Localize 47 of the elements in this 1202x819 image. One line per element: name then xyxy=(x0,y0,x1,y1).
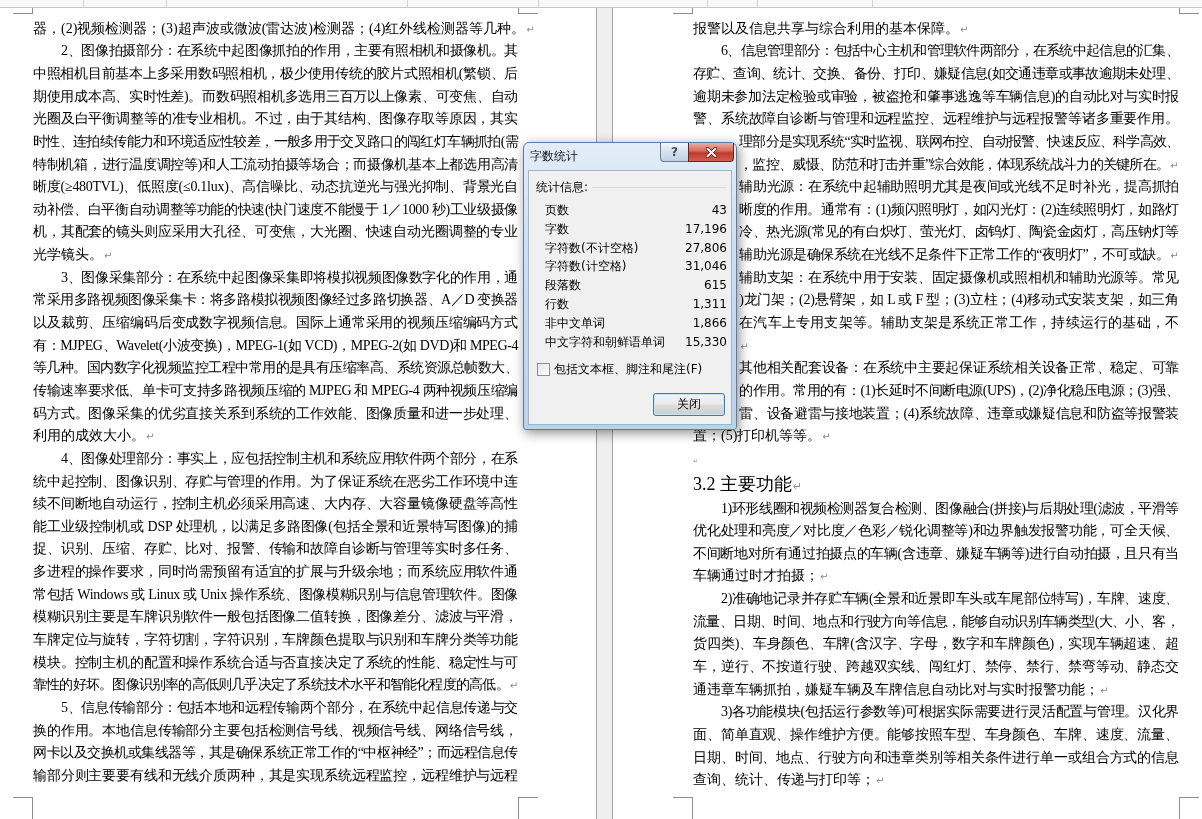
body-paragraph: 2、图像拍摄部分：在系统中起图像抓拍的作用，主要有照相机和摄像机。其 中照相机目前基本上多采用数码照相机，极少使用传统的胶片式照相机(繁锁、后 期使用成本高、实时性差)。而数码照相机多选用三百万以上像素、可变焦、自动 光圈及白平衡调整等的准专业相机。不过，由于其结构、图像存取等原因，其实 时性、连拍续传能力和环境适应性较差，一般多用于交叉路口的闯红灯车辆抓拍(需 特制机箱，进行温度调控等)和人工流动拍摄等场合；而摄像机基本上都选用高清 晰度(≥480TVL)、低照度(≤0.1lux)、高信噪比、动态抗逆光与强光抑制、背景光自 动补偿、白平衡自动调整等功能的快速(快门速度不能慢于 1／1000 秒)工业级摄像 机，其配套的镜头则应采用大孔径、可变焦，大光圈、快速自动光圈调整的专业 光学镜头。↵ xyxy=(33,42,518,265)
body-paragraph: 2)准确地记录并存贮车辆(全景和近景即车头或车尾部位特写)，车牌、速度、 流量、日期、时间、地点和行驶方向等信息，能够自动识别车辆类型(大、小、客， 货四类)、车身颜色、车牌(含汉字、字母，数字和车牌颜色)，实现车辆超速、超 车，逆行、不按道行驶、跨越双实线、闯红灯、禁停、禁行、禁弯等动、静态交 通违章车辆抓拍，嫌疑车辆及车牌信息自动比对与实时报警功能；↵ xyxy=(693,590,1179,699)
section-heading: 3.2 主要功能↵ xyxy=(693,472,803,496)
body-paragraph: 报警以及信息共享与综合利用的基本保障。↵ xyxy=(693,19,969,38)
body-paragraph: 辅助光源：在系统中起辅助照明尤其是夜间或光线不足时补光，提高抓拍 晰度的作用。通常有：(1)频闪照明灯，如闪光灯：(2)连续照明灯，如路灯 冷、热光源(常见的有白炽灯、萤光灯、卤钨灯、陶瓷金卤灯，高压钠灯等 辅助光源是确保系统在光线不足条件下正常工作的“夜明灯”，不可或缺。↵ xyxy=(739,178,1179,265)
stat-value: 615 xyxy=(703,277,727,294)
stat-value: 17,196 xyxy=(685,220,727,237)
margin-corner-mark xyxy=(673,797,693,819)
stat-value: 27,806 xyxy=(685,239,727,256)
stat-label: 字符数(计空格) xyxy=(545,258,627,275)
body-paragraph: 3、图像采集部分：在系统中起图像采集即将模拟视频图像数字化的作用，通 常采用多路视频图像采集卡：将多路模拟视频图像经过多路切换器、A／D 变换器 以及裁剪、压缩编码后变成数字视频信息。国际上通常采用的视频压缩编码方式 有：MJPEG、Wavelet(小波变换)，MPEG-1(如 VCD)，MPEG-2(如 DVD)和 MPEG-4 等几种。国内数字化视频监控工程中常用的是具有压缩率高、系统资源总帧数大、 传输速率要求低、单卡可支持多路视频压缩的 MJPEG 和 MPEG-4 两种视频压缩编 码方式。图像采集的优劣直接关系到系统的工作效能、图像质量和进一步处理、 利用的成效大小。↵ xyxy=(33,268,518,446)
stat-label: 页数 xyxy=(545,202,569,218)
stat-label: 字符数(不计空格) xyxy=(545,239,639,256)
dialog-title: 字数统计 xyxy=(530,149,578,164)
body-paragraph: 1)环形线圈和视频检测器复合检测、图像融合(拼接)与后期处理(滤波，平滑等 优化处理和亮度／对比度／色彩／锐化调整等)和边界触发报警功能，可全天候、 不间断地对所有通过拍摄点的车辆(含违章、嫌疑车辆等)进行自动拍摄，且只有当 车辆通过时才拍摄；↵ xyxy=(693,499,1179,586)
body-paragraph: 理部分是实现系统“实时监视、联网布控、自动报警、快速反应、科学高效、 ，监控、威慑、防范和打击并重”综合效能，体现系统战斗力的关键所在。↵ xyxy=(739,132,1179,174)
stat-value: 1,866 xyxy=(691,314,727,331)
margin-corner-mark xyxy=(518,8,538,14)
stat-label: 非中文单词 xyxy=(545,314,605,331)
stat-label: 中文字符和朝鲜语单词 xyxy=(545,333,665,350)
stat-value: 15,330 xyxy=(685,333,727,350)
body-paragraph: 6、信息管理部分：包括中心主机和管理软件两部分，在系统中起信息的汇集、 存贮、查询、统计、交换、备份、打印、嫌疑信息(如交通违章或事故逾期未处理、 逾期未参加法定检验或审验，被盗抢和肇事逃逸等车辆信息)的自动比对与实时报 警、系统故障自诊断与管理和远程监控、远程维护与远程报警等诸多重要作用。 xyxy=(693,42,1179,129)
margin-corner-mark xyxy=(673,8,693,14)
checkbox[interactable] xyxy=(537,362,550,376)
stat-label: 字数 xyxy=(545,220,569,237)
body-paragraph: 4、图像处理部分：事实上，应包括控制主机和系统应用软件两个部分，在系 统中起控制、图像识别、存贮与管理的作用。为了保证系统在恶劣工作环境中连 续不间断地自动运行，控制主机必须采用高速、大内存、大容量镜像硬盘等高性 能工业级控制机或 DSP 处理机，以满足多路图像(包括全景和近景特写图像)的捕 捉、识别、压缩、存贮、比对、报警、传输和故障自诊断与管理等实时多任务、 多进程的操作要求，同时尚需预留有适宜的扩展与升级余地；而系统应用软件通 常包括 Windows 或 Linux 或 Unix 操作系统、图像模糊识别与信息管理软件。图像 模糊识别主要是车牌识别软件一般包括图像二值转换，图像差分、滤波与平滑， 车牌定位与旋转，字符切割，字符识别，车牌颜色提取与识别和车牌分类等功能 模块。控制主机的配置和操作系统合适与否直接决定了系统的性能、稳定性与可 靠性的好坏。图像识别率的高低则几乎决定了系统技术水平和智能化程度的高低。↵ xyxy=(33,449,518,695)
body-paragraph: 辅助支架：在系统中用于安装、固定摄像机或照相机和辅助光源等。常见 )龙门架；(2)悬臂架，如 L 或 F 型；(3)立柱；(4)移动式安装支架，如三角 在汽车上专用支架等。辅助支架是系统正常工作，持续运行的基础，不 ↵ xyxy=(739,268,1179,354)
body-paragraph: 3)各功能模块(包括运行参数等)可根据实际需要进行灵活配置与管理。汉化界 面、简单直观、操作维护方便。能够按照车型、车身颜色、车牌、速度、流量、 日期、时间、地点、行驶方向和违章类别等相关条件进行单一或组合方式的信息 查询、统计、传递与打印等；↵ xyxy=(693,703,1179,790)
stat-value: 31,046 xyxy=(685,258,727,275)
margin-corner-mark xyxy=(13,8,33,14)
stat-value: 1,311 xyxy=(691,295,727,312)
body-paragraph: 器，(2)视频检测器；(3)超声波或微波(雷达波)检测器；(4)红外线检测器等几种。↵ xyxy=(33,19,535,38)
body-paragraph: 其他相关配套设备：在系统中主要起保证系统相关设备正常、稳定、可靠 的作用。常用的有：(1)长延时不间断电源(UPS)，(2)净化稳压电源；(3)强、 雷、设备避雷与接地装置；(4)系统故障、违章或嫌疑信息和防盗等报警装 xyxy=(739,359,1179,423)
stat-label: 行数 xyxy=(545,295,569,312)
margin-corner-mark xyxy=(1179,797,1199,819)
margin-corner-mark xyxy=(518,797,538,819)
margin-corner-mark xyxy=(1179,8,1199,14)
close-icon xyxy=(704,146,718,158)
body-paragraph: 5、信息传输部分：包括本地和远程传输两个部分，在系统中起信息传递与交 换的作用。本地信息传输部分主要包括检测信号线、视频信号线、网络信号线， 网卡以及交换机或集线器等，其是确保系统正常工作的“中枢神经”；而远程信息传 输部分则主要要有线和无线介质两种，其是实现系统远程监控，远程维护与远程 xyxy=(33,698,518,785)
stat-value: 43 xyxy=(710,202,727,218)
stat-label: 段落数 xyxy=(545,277,581,294)
margin-corner-mark xyxy=(13,797,33,819)
group-label: 统计信息: xyxy=(536,179,589,195)
close-dialog-button[interactable]: 关闭 xyxy=(653,392,725,416)
checkbox-label[interactable]: 包括文本框、脚注和尾注(F) xyxy=(554,361,703,378)
help-button[interactable]: ? xyxy=(660,143,688,162)
close-button[interactable] xyxy=(688,143,734,162)
